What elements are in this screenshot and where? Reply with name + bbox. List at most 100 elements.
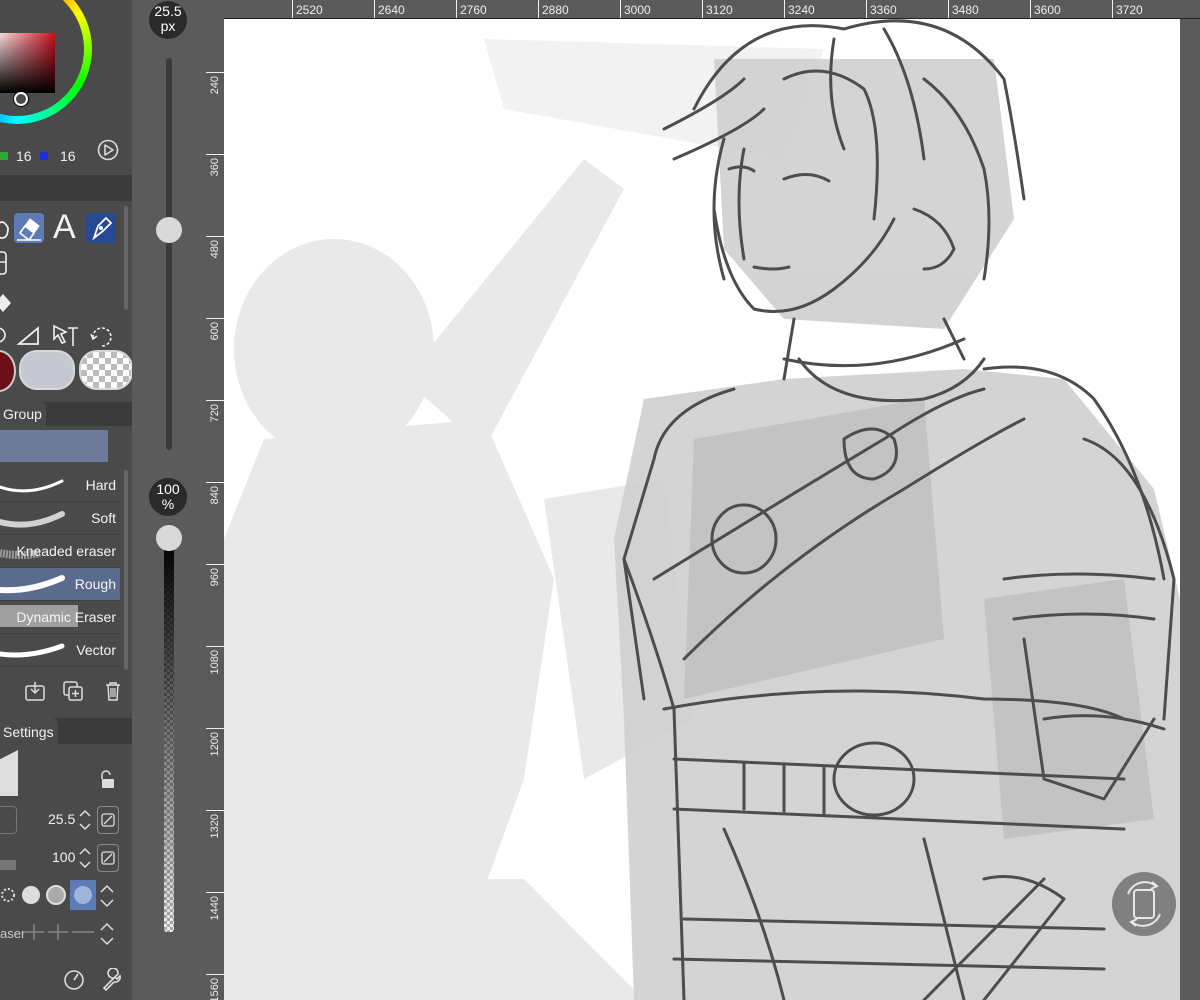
rotate-transform-icon[interactable] — [87, 322, 117, 348]
ruler-label: 1320 — [209, 814, 221, 839]
unlock-icon[interactable] — [98, 770, 116, 790]
opacity-badge: 100 % — [149, 478, 187, 516]
tab-group[interactable]: Group — [0, 402, 46, 426]
brush-label: Kneaded eraser — [16, 543, 116, 559]
pressure-icon — [101, 851, 115, 865]
ruler-label: 240 — [209, 76, 221, 95]
ruler-label: 1080 — [209, 650, 221, 675]
ruler-label: 720 — [209, 404, 221, 423]
main-color-swatch[interactable] — [0, 350, 16, 392]
ruler-tool-icon[interactable] — [16, 325, 42, 347]
tab-settings-label: Settings — [3, 724, 54, 740]
brush-label: Hard — [85, 477, 116, 493]
move-layer-icon[interactable] — [50, 322, 80, 348]
green-swatch — [0, 152, 8, 160]
pressure-icon — [101, 813, 115, 827]
opacity-stepper-icon[interactable] — [78, 846, 92, 870]
brush-size-slider-thumb[interactable] — [156, 217, 182, 243]
ruler-label: 2760 — [460, 3, 487, 17]
opacity-slider[interactable] — [164, 540, 174, 932]
hard-stroke-preview — [0, 479, 64, 493]
lasso-tool-icon[interactable] — [0, 324, 10, 346]
brush-scrollbar[interactable] — [124, 470, 128, 670]
ruler-label: 3360 — [870, 3, 897, 17]
sub-color-swatch[interactable] — [19, 350, 75, 390]
ruler-corner — [206, 0, 224, 18]
opacity-badge-unit: % — [161, 496, 175, 512]
pen-nib-icon — [92, 216, 113, 241]
brush-size-badge: 25.5 px — [149, 1, 187, 39]
ruler-label: 1560 — [209, 978, 221, 1000]
opacity-slider-thumb[interactable] — [156, 525, 182, 551]
left-panel: 16 16 A Group Hard Soft Kneaded eraser R… — [0, 0, 132, 1000]
ruler-label: 480 — [209, 240, 221, 259]
blue-swatch — [40, 152, 48, 160]
ruler-label: 3240 — [788, 3, 815, 17]
opacity-badge-value: 100 — [156, 481, 180, 497]
rotate-canvas-button[interactable] — [1112, 872, 1176, 936]
ruler-label: 2640 — [378, 3, 405, 17]
diamond-tool-icon[interactable] — [0, 292, 12, 314]
angle-controls[interactable] — [22, 920, 96, 944]
brush-item-rough[interactable]: Rough — [0, 568, 120, 601]
ruler-label: 3720 — [1116, 3, 1143, 17]
ruler-label: 2520 — [296, 3, 323, 17]
angle-stepper-icon[interactable] — [98, 920, 116, 948]
soft-stroke-preview — [0, 511, 65, 528]
opacity-pressure-toggle[interactable] — [97, 844, 119, 872]
blue-value: 16 — [60, 148, 76, 164]
ruler-label: 360 — [209, 158, 221, 177]
tab-settings[interactable]: Settings — [0, 718, 58, 744]
ruler-top: 2520 2640 2760 2880 3000 3120 3240 3360 … — [224, 0, 1200, 19]
ruler-label: 600 — [209, 322, 221, 341]
ruler-label: 1440 — [209, 896, 221, 921]
frame-tool-icon[interactable] — [0, 250, 10, 276]
brush-shape-preview — [0, 750, 18, 796]
duplicate-brush-icon[interactable] — [62, 680, 84, 702]
drawing-canvas[interactable] — [224, 19, 1180, 1000]
pen-tool-button[interactable] — [86, 213, 116, 243]
ruler-label: 3000 — [624, 3, 651, 17]
color-picker-cursor[interactable] — [14, 92, 28, 106]
group-selector[interactable] — [0, 430, 108, 462]
import-brush-icon[interactable] — [24, 680, 46, 702]
ruler-label: 1200 — [209, 732, 221, 757]
brush-item-hard[interactable]: Hard — [0, 469, 120, 502]
character-sketch — [224, 19, 1180, 1000]
brush-tip-selector[interactable] — [0, 880, 98, 910]
size-badge-unit: px — [160, 18, 176, 34]
eraser-tool-button[interactable] — [14, 213, 44, 243]
green-value: 16 — [16, 148, 32, 164]
brush-item-kneaded-eraser[interactable]: Kneaded eraser — [0, 535, 120, 568]
tool-panel-header — [0, 175, 132, 201]
size-pressure-toggle[interactable] — [97, 806, 119, 834]
ruler-label: 2880 — [542, 3, 569, 17]
brush-label: Dynamic Eraser — [16, 609, 116, 625]
wrench-icon[interactable] — [100, 968, 124, 992]
ruler-left: 240 360 480 600 720 840 960 1080 1200 13… — [206, 18, 225, 1000]
tab-group-label: Group — [3, 406, 42, 422]
fill-tool-icon[interactable] — [0, 214, 12, 242]
ruler-label: 3480 — [952, 3, 979, 17]
tip-stepper-icon[interactable] — [98, 882, 116, 910]
transparent-color-swatch[interactable] — [79, 350, 132, 390]
rotate-canvas-icon — [1127, 881, 1161, 927]
brush-settings-icon[interactable] — [62, 968, 86, 992]
brush-label: Rough — [74, 576, 116, 592]
ruler-label: 840 — [209, 486, 221, 505]
brush-item-vector[interactable]: Vector — [0, 634, 120, 667]
opacity-value: 100 — [52, 849, 76, 865]
ruler-label: 3600 — [1034, 3, 1061, 17]
eraser-icon — [17, 218, 41, 242]
play-icon[interactable] — [97, 139, 119, 161]
brush-item-dynamic-eraser[interactable]: Dynamic Eraser — [0, 601, 120, 634]
tool-scrollbar[interactable] — [124, 206, 128, 310]
size-stepper-icon[interactable] — [78, 808, 92, 832]
brush-label: Vector — [76, 642, 116, 658]
saturation-value-square[interactable] — [0, 33, 55, 93]
size-badge-value: 25.5 — [154, 3, 182, 19]
brush-item-soft[interactable]: Soft — [0, 502, 120, 535]
text-tool-icon[interactable]: A — [53, 209, 76, 245]
trash-icon[interactable] — [102, 680, 124, 702]
brush-size-slider[interactable] — [166, 58, 172, 450]
